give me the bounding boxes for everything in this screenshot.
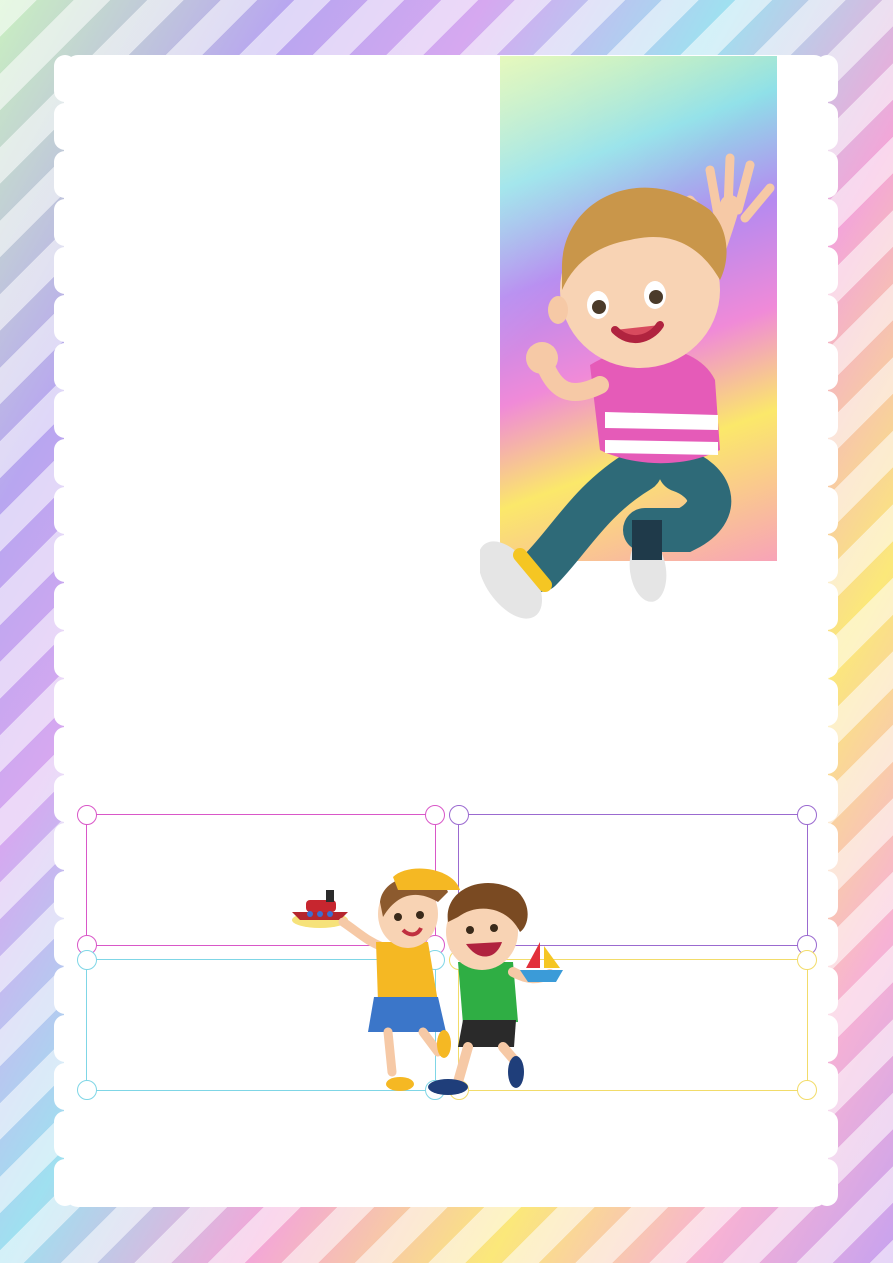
children-with-boats-illustration <box>292 868 563 1095</box>
jumping-boy-illustration <box>480 153 775 619</box>
